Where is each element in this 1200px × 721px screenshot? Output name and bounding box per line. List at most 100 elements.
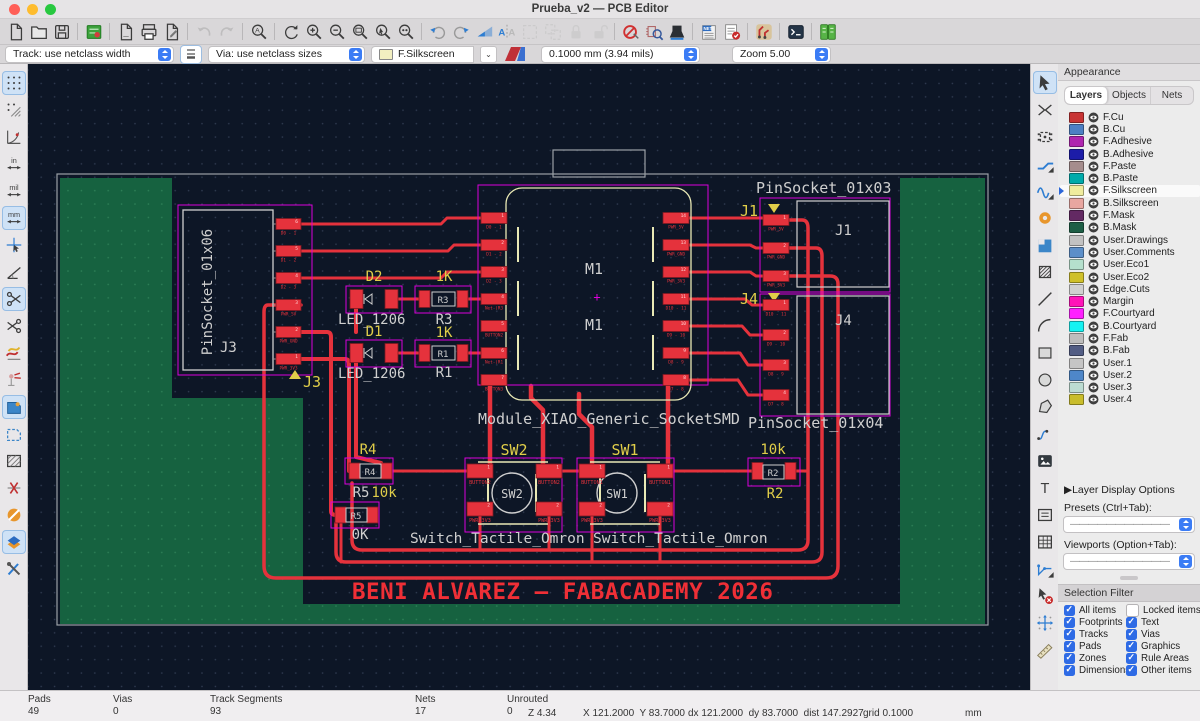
delete-tool-icon[interactable]	[1033, 584, 1057, 607]
zoom-objects-icon[interactable]	[394, 20, 417, 43]
add-table-icon[interactable]	[1033, 530, 1057, 553]
save-icon[interactable]	[50, 20, 73, 43]
layer-color-swatch[interactable]	[1069, 394, 1084, 406]
filter-all-items[interactable]: All items	[1064, 604, 1126, 617]
drc-exclusions-icon[interactable]	[619, 20, 642, 43]
units-mm-icon[interactable]: mm	[1, 206, 26, 230]
find-icon[interactable]: A	[247, 20, 270, 43]
layer-color-swatch[interactable]	[1069, 308, 1084, 320]
draw-polygon-icon[interactable]	[1033, 395, 1057, 418]
update-pcb-icon[interactable]	[816, 20, 839, 43]
inspect-clearance-icon[interactable]	[1, 530, 26, 554]
layer-row-f-cu[interactable]: F.Cu	[1060, 111, 1200, 123]
layer-color-swatch[interactable]	[1069, 123, 1084, 135]
layer-color-swatch[interactable]	[1069, 111, 1084, 123]
zone-hatch-display-icon[interactable]	[2, 449, 26, 473]
layer-color-swatch[interactable]	[1069, 271, 1084, 283]
checkbox[interactable]	[1126, 652, 1137, 665]
redo-icon[interactable]	[215, 20, 238, 43]
zone-outline-display-icon[interactable]	[2, 422, 26, 446]
grid-combo[interactable]: 0.1000 mm (3.94 mils)	[541, 45, 700, 63]
filter-locked-items[interactable]: Locked items	[1126, 604, 1200, 618]
print-icon[interactable]	[137, 20, 160, 43]
layer-color-swatch[interactable]	[1069, 148, 1084, 160]
layer-color-swatch[interactable]	[1069, 234, 1084, 246]
route-tracks-icon[interactable]	[1033, 152, 1057, 175]
filter-pads[interactable]: Pads	[1064, 640, 1126, 653]
visibility-eye-icon[interactable]	[1088, 112, 1099, 123]
visibility-eye-icon[interactable]	[1088, 222, 1099, 233]
layer-row-f-mask[interactable]: F.Mask	[1060, 209, 1200, 222]
visibility-eye-icon[interactable]	[1088, 333, 1099, 344]
layer-color-swatch[interactable]	[1069, 259, 1084, 271]
layer-color-swatch[interactable]	[1069, 136, 1084, 148]
add-via-icon[interactable]	[1033, 206, 1057, 229]
track-width-combo[interactable]: Track: use netclass width	[5, 45, 174, 63]
layer-row-user-3[interactable]: User.3	[1060, 382, 1200, 394]
filter-text[interactable]: Text	[1126, 616, 1200, 629]
add-text-icon[interactable]: T	[1033, 476, 1057, 499]
trim-tracks-icon[interactable]	[1, 287, 26, 311]
panel-resize-handle[interactable]	[1120, 575, 1138, 580]
polar-coords-icon[interactable]	[2, 125, 26, 149]
zoom-selection-icon[interactable]	[371, 20, 394, 43]
layer-row-f-fab[interactable]: F.Fab	[1060, 332, 1200, 344]
layer-color-swatch[interactable]	[1069, 332, 1084, 344]
draw-circle-icon[interactable]	[1033, 368, 1057, 391]
units-mils-icon[interactable]: mil	[2, 179, 26, 203]
visibility-eye-icon[interactable]	[1088, 308, 1099, 319]
draw-line-icon[interactable]	[1033, 287, 1057, 310]
layer-row-f-adhesive[interactable]: F.Adhesive	[1060, 136, 1200, 148]
visibility-eye-icon[interactable]	[1088, 173, 1099, 184]
draw-bezier-icon[interactable]	[1033, 422, 1057, 445]
checkbox[interactable]	[1064, 652, 1075, 665]
checkbox[interactable]	[1064, 640, 1075, 653]
filter-zones[interactable]: Zones	[1064, 652, 1126, 665]
new-board-icon[interactable]	[4, 20, 27, 43]
layer-row-user-eco2[interactable]: User.Eco2	[1060, 271, 1200, 283]
tab-layers[interactable]: Layers	[1065, 87, 1108, 104]
layer-color-swatch[interactable]	[1069, 357, 1084, 369]
zoom-in-icon[interactable]	[302, 20, 325, 43]
visibility-eye-icon[interactable]	[1088, 198, 1099, 209]
layer-row-b-paste[interactable]: B.Paste	[1060, 172, 1200, 185]
visibility-eye-icon[interactable]	[1088, 345, 1099, 356]
preferences-tools-icon[interactable]	[2, 557, 26, 581]
checkbox[interactable]	[1126, 664, 1137, 677]
layer-row-b-mask[interactable]: B.Mask	[1060, 222, 1200, 234]
highlight-collisions-icon[interactable]	[2, 341, 26, 365]
layer-color-swatch[interactable]	[1069, 296, 1084, 308]
draw-rectangle-icon[interactable]	[1033, 341, 1057, 364]
layer-color-swatch[interactable]	[1069, 160, 1084, 172]
layer-color-swatch[interactable]	[1069, 382, 1084, 394]
visibility-eye-icon[interactable]	[1088, 247, 1099, 258]
add-textbox-icon[interactable]	[1033, 503, 1057, 526]
layer-combo-chevron[interactable]: ⌄	[480, 45, 497, 63]
add-keepout-icon[interactable]	[1033, 260, 1057, 283]
plot-fab-icon[interactable]	[665, 20, 688, 43]
open-board-icon[interactable]	[27, 20, 50, 43]
layer-row-user-comments[interactable]: User.Comments	[1060, 246, 1200, 258]
refresh-icon[interactable]	[279, 20, 302, 43]
checkbox[interactable]	[1064, 628, 1075, 641]
page-settings-icon[interactable]	[114, 20, 137, 43]
scripting-console-icon[interactable]	[784, 20, 807, 43]
layer-color-swatch[interactable]	[1069, 185, 1084, 197]
layer-color-swatch[interactable]	[1069, 197, 1084, 209]
mirror-icon[interactable]: AA	[495, 20, 518, 43]
ungroup-icon[interactable]	[541, 20, 564, 43]
zoom-combo[interactable]: Zoom 5.00	[732, 45, 831, 63]
net-inspector-icon[interactable]: NET	[697, 20, 720, 43]
layer-row-b-courtyard[interactable]: B.Courtyard	[1060, 320, 1200, 332]
tab-nets[interactable]: Nets	[1151, 87, 1193, 104]
checkbox[interactable]	[1064, 604, 1075, 617]
filter-rule-areas[interactable]: Rule Areas	[1126, 652, 1200, 665]
router-settings-icon[interactable]	[752, 20, 775, 43]
delete-tracks-icon[interactable]	[2, 314, 26, 338]
highlight-net-icon[interactable]	[2, 368, 26, 392]
layer-color-swatch[interactable]	[1069, 173, 1084, 185]
presets-combo[interactable]: ———————————	[1063, 515, 1195, 533]
ratsnest-curved-icon[interactable]	[2, 503, 26, 527]
flip-board-icon[interactable]	[472, 20, 495, 43]
layer-row-b-cu[interactable]: B.Cu	[1060, 123, 1200, 135]
